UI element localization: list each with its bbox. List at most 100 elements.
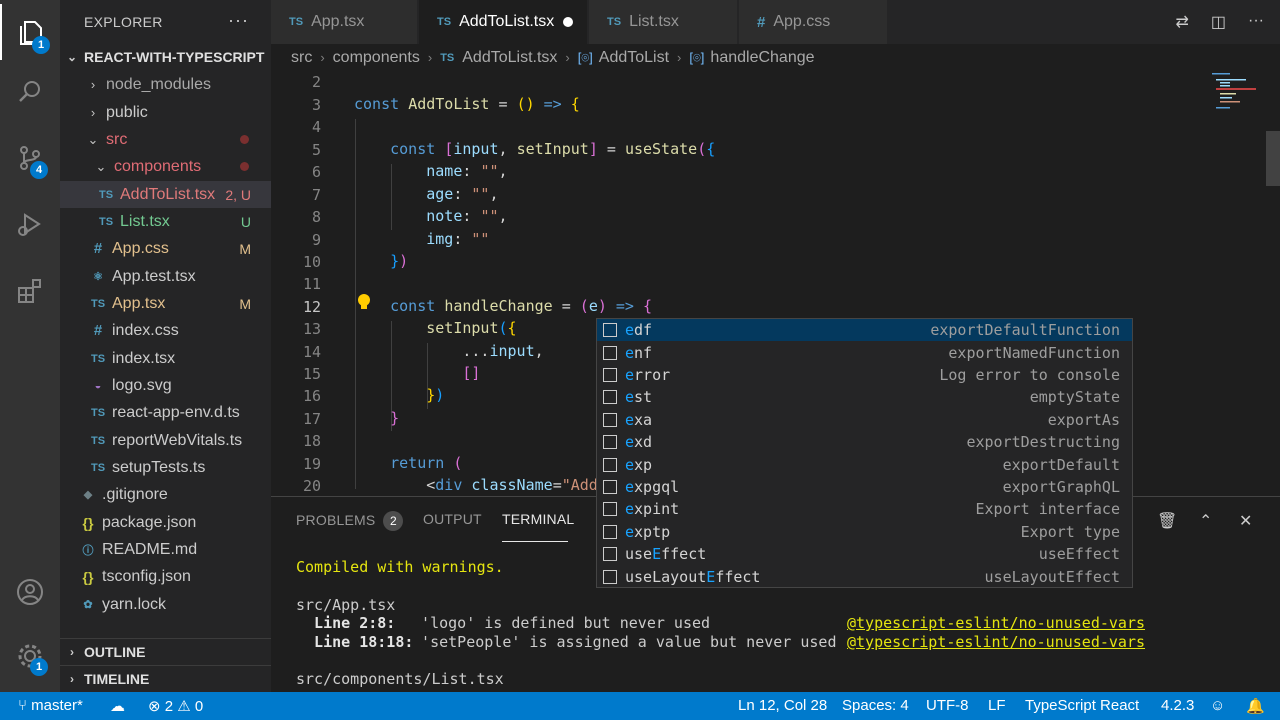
tree-item-readme[interactable]: ⓘ README.md [60,536,271,563]
suggest-item[interactable]: error Log error to console [597,364,1132,386]
breadcrumb-symbol[interactable]: handleChange [710,49,814,67]
snippet-icon [603,547,617,562]
account-icon[interactable] [0,564,60,620]
tab-addtolist-tsx[interactable]: TS AddToList.tsx [419,0,587,44]
tree-item-tsconfig[interactable]: {} tsconfig.json [60,563,271,590]
suggest-item[interactable]: exp exportDefault [597,453,1132,475]
encoding[interactable]: UTF-8 [926,697,969,714]
suggest-match: e [625,410,635,429]
suggest-item[interactable]: exd exportDestructing [597,431,1132,453]
tree-item-yarn-lock[interactable]: ✿ yarn.lock [60,591,271,618]
cursor-position[interactable]: Ln 12, Col 28 [738,697,827,714]
tab-problems[interactable]: PROBLEMS 2 [296,511,404,531]
trash-icon[interactable]: 🗑 [1157,511,1177,531]
lightbulb-icon[interactable] [357,293,371,311]
suggest-detail: exportDefault [1002,455,1120,474]
tab-list-tsx[interactable]: TS List.tsx [589,0,737,44]
code-line: }) [390,252,409,270]
breadcrumb-src[interactable]: src [291,49,312,67]
language-mode[interactable]: TypeScript React [1025,697,1139,714]
tree-item-logo-svg[interactable]: ◒ logo.svg [60,372,271,399]
info-file-icon: ⓘ [82,544,94,557]
tree-item-gitignore[interactable]: ◆ .gitignore [60,481,271,508]
line-ending[interactable]: LF [988,697,1006,714]
feedback-icon[interactable]: ☺ [1210,697,1225,714]
suggest-item[interactable]: enf exportNamedFunction [597,341,1132,363]
suggest-item[interactable]: exptp Export type [597,521,1132,543]
suggest-rest: ffect [661,545,707,564]
tree-item-components[interactable]: ⌄ components [60,153,271,180]
tree-item-index-css[interactable]: # index.css [60,317,271,344]
outline-section[interactable]: › OUTLINE [60,638,271,664]
tree-item-list[interactable]: TS List.tsx U [60,208,271,235]
tab-output[interactable]: OUTPUT [423,511,482,527]
code-line: <div className="Add [354,476,598,494]
suggest-detail: useLayoutEffect [984,567,1120,586]
timeline-section[interactable]: › TIMELINE [60,665,271,691]
editor-scrollbar-thumb[interactable] [1266,131,1280,186]
tree-item-app-css[interactable]: # App.css M [60,235,271,262]
suggest-item[interactable]: exa exportAs [597,409,1132,431]
code-line: } [390,409,400,427]
breadcrumb: src › components › TS AddToList.tsx › [⌾… [271,44,1280,71]
suggest-item[interactable]: est emptyState [597,386,1132,408]
explorer-icon[interactable]: 1 [0,4,60,60]
snippet-icon [603,479,617,494]
suggest-item[interactable]: expint Export interface [597,498,1132,520]
sync-icon[interactable]: ☁ [110,697,125,715]
tree-item-node-modules[interactable]: › node_modules [60,71,271,98]
compare-changes-icon[interactable]: ⇄ [1175,12,1188,32]
tree-item-package-json[interactable]: {} package.json [60,509,271,536]
terminal-link[interactable]: @typescript-eslint/no-unused-vars [847,614,1145,632]
more-actions-icon[interactable]: ··· [1248,12,1264,32]
branch-indicator[interactable]: ⑂ master* [18,697,83,714]
breadcrumb-components[interactable]: components [333,49,420,67]
tree-item-addtolist[interactable]: TS AddToList.tsx 2, U [60,181,271,208]
tree-item-index-tsx[interactable]: TS index.tsx [60,345,271,372]
suggest-item[interactable]: expgql exportGraphQL [597,476,1132,498]
extensions-icon[interactable] [0,262,60,318]
search-icon[interactable] [0,64,60,120]
source-control-icon[interactable]: 4 [0,130,60,186]
close-icon[interactable]: ✕ [1239,511,1252,531]
suggest-item[interactable]: edf exportDefaultFunction [597,319,1132,342]
project-section[interactable]: ⌄ REACT-WITH-TYPESCRIPT [60,44,271,70]
chevron-up-icon[interactable]: ⌃ [1199,511,1212,531]
tab-label: AddToList.tsx [459,13,555,30]
minimap[interactable] [1212,71,1262,131]
problems-indicator[interactable]: ⊗ 2 ⚠ 0 [148,697,203,715]
typescript-file-icon: TS [289,16,304,28]
tree-item-setup-tests[interactable]: TS setupTests.ts [60,454,271,481]
tree-item-report-web-vitals[interactable]: TS reportWebVitals.ts [60,427,271,454]
tree-item-label: node_modules [106,75,211,93]
css-file-icon: # [757,13,766,31]
suggest-widget[interactable]: edf exportDefaultFunction enf exportName… [596,318,1133,588]
unsaved-dot-icon[interactable] [563,17,573,27]
line-number: 14 [302,343,321,361]
suggest-item[interactable]: useLayoutEffect useLayoutEffect [597,565,1132,587]
tree-item-react-app-env[interactable]: TS react-app-env.d.ts [60,399,271,426]
suggest-rest: xpgql [634,477,680,496]
indentation[interactable]: Spaces: 4 [842,697,909,714]
run-debug-icon[interactable] [0,196,60,252]
settings-gear-icon[interactable]: 1 [0,628,60,684]
suggest-detail: Export type [1020,522,1120,541]
branch-icon: ⑂ [18,697,32,714]
suggest-item[interactable]: useEffect useEffect [597,543,1132,565]
bell-icon[interactable]: 🔔 [1246,697,1265,715]
terminal-line: Line 2:8: [296,614,396,632]
tree-item-app-test[interactable]: ⚛ App.test.tsx [60,263,271,290]
tab-terminal[interactable]: TERMINAL [502,511,574,527]
terminal-link[interactable]: @typescript-eslint/no-unused-vars [847,633,1145,651]
tab-app-tsx[interactable]: TS App.tsx [271,0,417,44]
ts-version[interactable]: 4.2.3 [1161,697,1194,714]
breadcrumb-symbol[interactable]: AddToList [599,49,669,67]
json-file-icon: {} [82,514,94,531]
more-actions-icon[interactable]: ··· [228,10,249,31]
breadcrumb-file[interactable]: AddToList.tsx [462,49,557,67]
tree-item-src[interactable]: ⌄ src [60,126,271,153]
split-editor-icon[interactable]: ◫ [1211,12,1226,32]
tree-item-app-tsx[interactable]: TS App.tsx M [60,290,271,317]
tab-app-css[interactable]: # App.css [739,0,887,44]
tree-item-public[interactable]: › public [60,99,271,126]
